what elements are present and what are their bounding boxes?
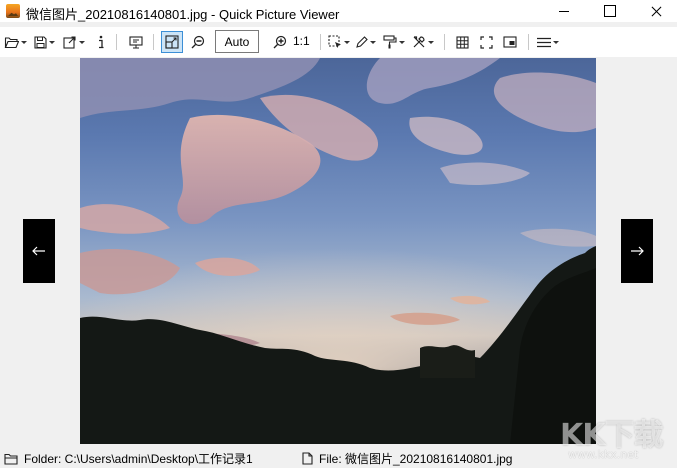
folder-icon xyxy=(4,453,18,465)
info-button[interactable] xyxy=(94,31,108,53)
toolbar: Auto 1:1 xyxy=(0,27,677,57)
file-name: File: 微信图片_20210816140801.jpg xyxy=(302,450,512,467)
close-button[interactable] xyxy=(633,0,677,22)
image-viewer[interactable] xyxy=(0,57,677,444)
menu-icon xyxy=(537,37,551,47)
app-window: 微信图片_20210816140801.jpg - Quick Picture … xyxy=(0,0,677,468)
actual-size-button[interactable]: 1:1 xyxy=(293,34,310,48)
selection-icon xyxy=(328,35,341,48)
minimize-button[interactable] xyxy=(541,0,587,22)
fit-to-window-button[interactable] xyxy=(161,31,183,53)
watermark-url: www.kkx.net xyxy=(568,448,639,461)
grid-button[interactable] xyxy=(452,31,472,53)
open-folder-icon xyxy=(4,36,19,48)
arrow-right-icon xyxy=(631,246,644,256)
open-button[interactable] xyxy=(3,31,27,53)
arrow-left-icon xyxy=(32,246,45,256)
export-button[interactable] xyxy=(61,31,87,53)
slideshow-button[interactable] xyxy=(126,31,146,53)
save-icon xyxy=(33,35,47,49)
fullscreen-icon xyxy=(479,35,493,49)
save-button[interactable] xyxy=(32,31,56,53)
grid-icon xyxy=(455,35,469,49)
picture-in-picture-icon xyxy=(503,36,517,48)
paint-button[interactable] xyxy=(381,31,407,53)
zoom-mode-auto-button[interactable]: Auto xyxy=(215,30,259,53)
file-icon xyxy=(302,452,313,465)
watermark: KK下载 www.kkx.net xyxy=(560,410,675,466)
folder-path: Folder: C:\Users\admin\Desktop\工作记录1 xyxy=(4,450,253,467)
app-icon xyxy=(6,4,20,18)
picture-in-picture-button[interactable] xyxy=(500,31,520,53)
file-name-text: File: 微信图片_20210816140801.jpg xyxy=(319,452,513,466)
edit-button[interactable] xyxy=(353,31,377,53)
folder-path-text: Folder: C:\Users\admin\Desktop\工作记录1 xyxy=(24,452,253,466)
window-title: 微信图片_20210816140801.jpg - Quick Picture … xyxy=(26,7,340,22)
info-icon xyxy=(99,35,104,49)
zoom-in-icon xyxy=(273,35,287,49)
paint-roller-icon xyxy=(383,35,397,49)
fullscreen-button[interactable] xyxy=(476,31,496,53)
zoom-in-button[interactable] xyxy=(270,31,290,53)
slideshow-icon xyxy=(129,35,143,48)
edit-pen-icon xyxy=(355,35,368,48)
next-image-button[interactable] xyxy=(621,219,653,283)
zoom-out-icon xyxy=(191,35,205,49)
export-icon xyxy=(63,36,76,49)
selection-button[interactable] xyxy=(328,31,350,53)
title-bar: 微信图片_20210816140801.jpg - Quick Picture … xyxy=(0,0,677,22)
zoom-out-button[interactable] xyxy=(188,31,208,53)
displayed-photo[interactable] xyxy=(80,58,596,444)
fit-to-window-icon xyxy=(165,35,179,49)
maximize-button[interactable] xyxy=(587,0,633,22)
previous-image-button[interactable] xyxy=(23,219,55,283)
tools-icon xyxy=(413,36,425,48)
tools-button[interactable] xyxy=(410,31,436,53)
menu-button[interactable] xyxy=(535,31,561,53)
